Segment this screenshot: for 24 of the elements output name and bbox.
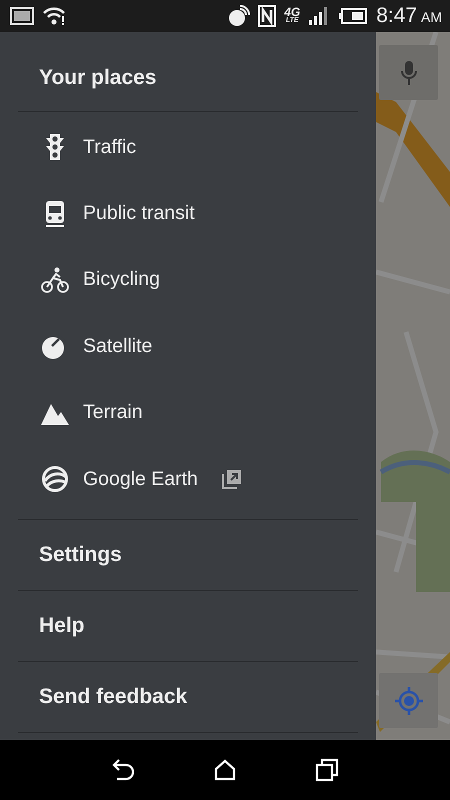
menu-item[interactable]: Send feedback (0, 662, 376, 732)
wifi-icon (42, 6, 66, 26)
globe-icon (40, 464, 70, 494)
drawer-header: Your places (38, 65, 158, 91)
crosshair-icon (394, 686, 424, 716)
image-icon (10, 7, 34, 25)
menu-item[interactable]: Settings (0, 520, 376, 590)
recent-apps-icon[interactable] (314, 758, 339, 782)
microphone-icon (400, 60, 416, 86)
nfc-icon (258, 5, 276, 27)
home-icon[interactable] (214, 759, 236, 781)
layer-item[interactable]: Terrain (0, 380, 376, 446)
layer-item[interactable]: Traffic (0, 114, 376, 180)
satellite-dish-icon (228, 5, 250, 27)
microphone-button[interactable] (379, 45, 438, 100)
back-icon[interactable] (111, 759, 136, 781)
menu-item[interactable]: Help (0, 591, 376, 662)
layer-item[interactable]: Satellite (0, 313, 376, 380)
layer-item[interactable]: Public transit (0, 180, 376, 247)
battery-icon (338, 7, 368, 25)
layer-item[interactable]: Google Earth (0, 446, 376, 512)
layer-item[interactable]: Bicycling (0, 246, 376, 314)
clock: 8:47 AM (376, 4, 442, 28)
bicycle-icon (40, 264, 70, 295)
